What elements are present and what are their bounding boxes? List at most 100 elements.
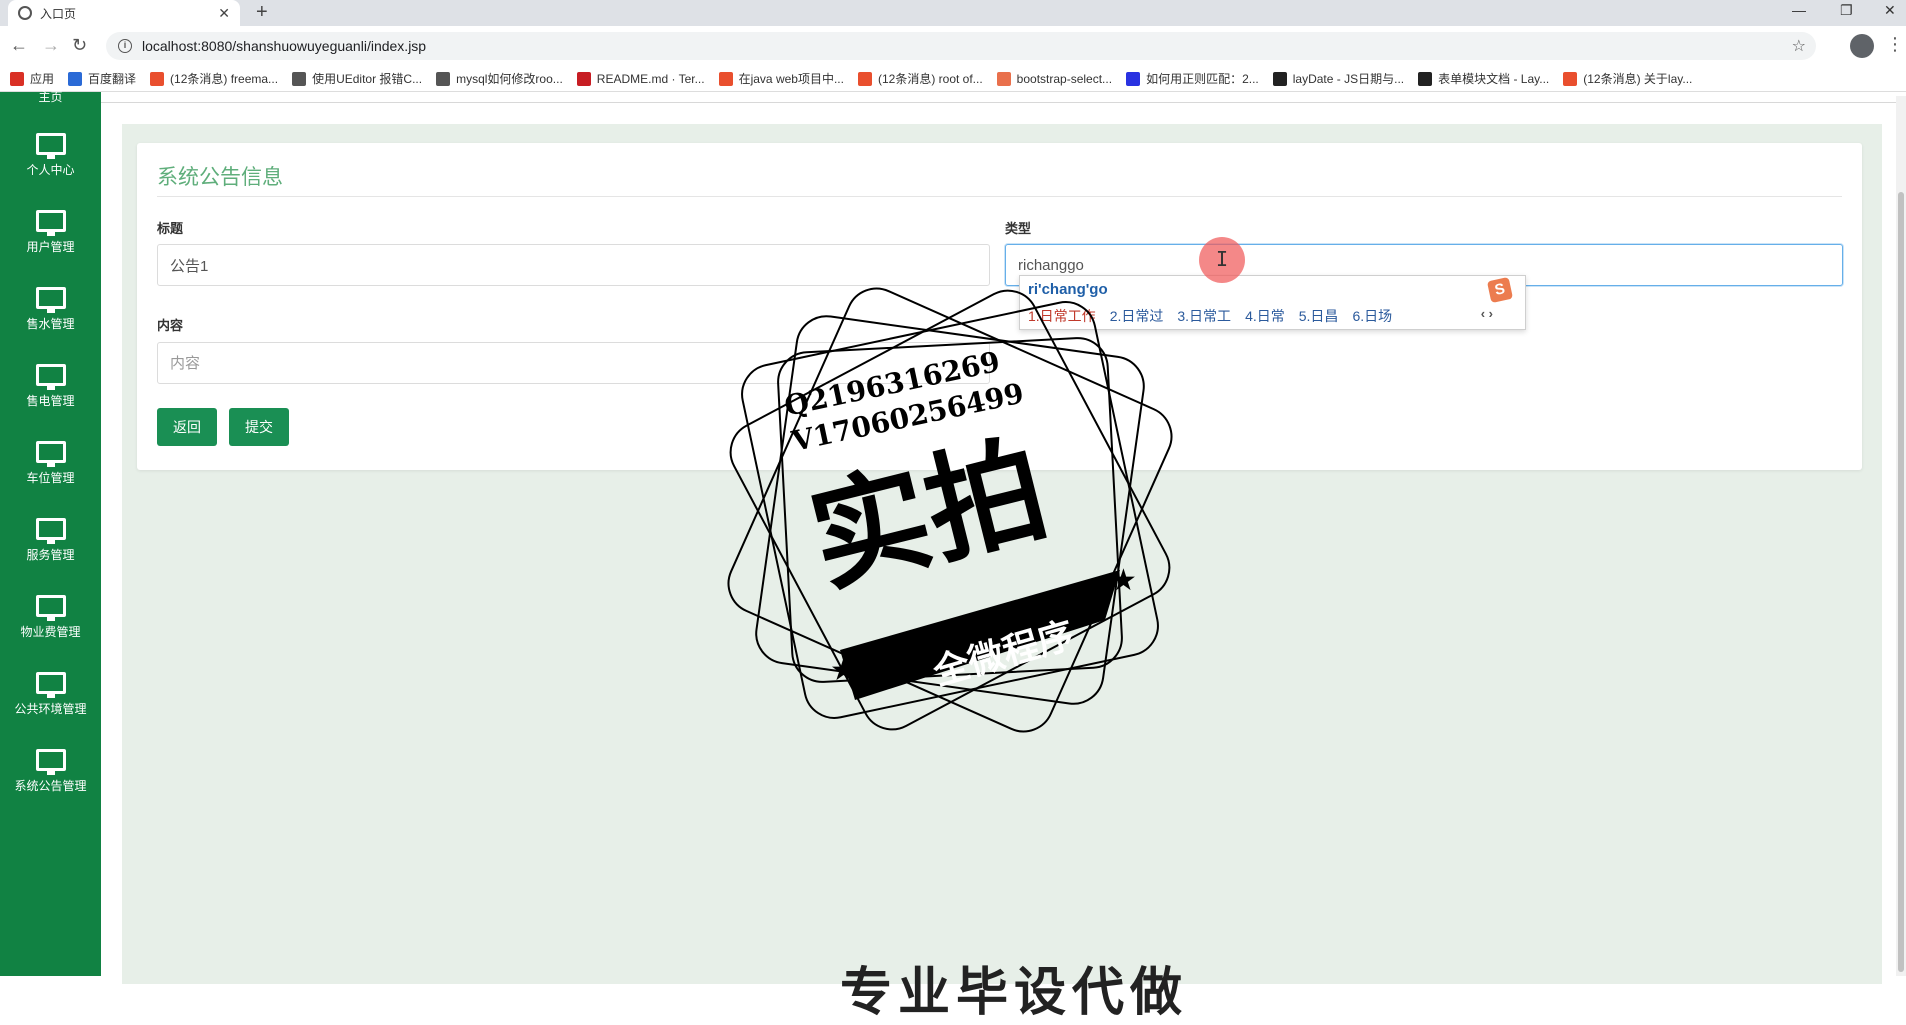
sidebar-item-label: 系统公告管理 xyxy=(14,779,87,793)
sidebar-item-label: 售水管理 xyxy=(26,317,75,331)
bookmark-item[interactable]: layDate - JS日期与... xyxy=(1272,70,1404,87)
gitee-icon xyxy=(576,71,591,86)
sidebar-item-home[interactable]: 主页 xyxy=(0,88,101,105)
content-input[interactable] xyxy=(157,342,990,384)
ime-candidate[interactable]: 4.日常 xyxy=(1245,306,1285,326)
page-scrollbar[interactable] xyxy=(1896,96,1906,976)
sidebar-item[interactable]: 物业费管理 xyxy=(0,595,101,640)
sidebar-item[interactable]: 服务管理 xyxy=(0,518,101,563)
bookmark-label: README.md · Ter... xyxy=(596,71,705,86)
monitor-icon xyxy=(35,210,66,236)
bookmark-label: 如何用正则匹配：2... xyxy=(1146,72,1259,86)
bookmark-item[interactable]: (12条消息) 关于lay... xyxy=(1563,70,1692,87)
sidebar-item[interactable]: 系统公告管理 xyxy=(0,749,101,794)
bookmark-item[interactable]: 如何用正则匹配：2... xyxy=(1126,70,1259,87)
globe-icon xyxy=(18,6,32,20)
csdn-icon xyxy=(1563,71,1578,86)
ime-candidate[interactable]: 1.日常工作 xyxy=(1028,306,1096,326)
ime-candidate-list: 1.日常工作 2.日常过 3.日常工 4.日常 5.日昌 6.日场 xyxy=(1028,306,1392,326)
tab-close-icon[interactable]: ✕ xyxy=(218,5,230,22)
minimize-button[interactable]: — xyxy=(1792,2,1806,18)
ime-page-arrows[interactable]: ‹ › xyxy=(1481,306,1493,321)
translate-icon xyxy=(68,71,83,86)
sidebar-item[interactable]: 用户管理 xyxy=(0,210,101,255)
sidebar-item[interactable]: 个人中心 xyxy=(0,133,101,178)
apps-icon xyxy=(10,71,24,86)
reload-icon[interactable]: ↻ xyxy=(72,34,87,56)
bookmark-item[interactable]: 使用UEditor 报错C... xyxy=(292,70,422,87)
csdn-icon xyxy=(718,71,733,86)
sidebar-item-label: 物业费管理 xyxy=(20,625,81,639)
sidebar: 主页 个人中心用户管理售水管理售电管理车位管理服务管理物业费管理公共环境管理 系统… xyxy=(0,90,101,976)
forward-arrow-icon[interactable]: → xyxy=(42,34,60,56)
bookmark-label: 百度翻译 xyxy=(88,72,137,86)
ime-candidate[interactable]: 2.日常过 xyxy=(1110,306,1164,326)
bookmark-item[interactable]: (12条消息) root of... xyxy=(857,70,983,87)
bookmark-label: mysql如何修改roo... xyxy=(456,72,563,86)
sidebar-item-label: 车位管理 xyxy=(26,471,75,485)
monitor-icon xyxy=(35,133,66,159)
browser-menu-icon[interactable]: ⋮ xyxy=(1886,34,1904,54)
bookmark-label: bootstrap-select... xyxy=(1016,71,1113,86)
sidebar-item[interactable]: 售水管理 xyxy=(0,287,101,332)
monitor-icon xyxy=(35,364,66,390)
sidebar-item[interactable]: 售电管理 xyxy=(0,364,101,409)
sidebar-item-label: 主页 xyxy=(38,90,63,104)
browser-toolbar: ← → ↻ i localhost:8080/shanshuowuyeguanl… xyxy=(0,26,1906,66)
csdn-icon xyxy=(857,71,872,86)
form-title: 系统公告信息 xyxy=(157,166,283,189)
ime-candidate[interactable]: 3.日常工 xyxy=(1177,306,1231,326)
bookmark-item[interactable]: (12条消息) freema... xyxy=(150,70,278,87)
tab-title: 入口页 xyxy=(40,6,77,21)
ime-candidate[interactable]: 5.日昌 xyxy=(1299,306,1339,326)
back-arrow-icon[interactable]: ← xyxy=(10,34,28,56)
browser-tab[interactable]: 入口页 ✕ xyxy=(8,0,240,26)
ime-composition: ri'chang'go xyxy=(1028,281,1108,298)
sidebar-item-label: 服务管理 xyxy=(26,548,75,562)
bird-icon xyxy=(292,71,307,86)
monitor-icon xyxy=(35,749,66,775)
sidebar-item-label: 个人中心 xyxy=(26,163,75,177)
bookmark-item[interactable]: 应用 xyxy=(10,70,54,87)
monitor-icon xyxy=(35,672,66,698)
restore-button[interactable]: ❐ xyxy=(1840,2,1853,19)
address-bar[interactable]: i localhost:8080/shanshuowuyeguanli/inde… xyxy=(106,32,1816,60)
monitor-icon xyxy=(35,441,66,467)
sidebar-item[interactable]: 车位管理 xyxy=(0,441,101,486)
bookmark-label: (12条消息) 关于lay... xyxy=(1583,72,1693,86)
back-button[interactable]: 返回 xyxy=(157,408,217,446)
sidebar-item[interactable]: 公共环境管理 xyxy=(0,672,101,717)
sidebar-item-label: 公共环境管理 xyxy=(14,702,87,716)
bookmark-star-icon[interactable]: ☆ xyxy=(1792,36,1806,56)
submit-button[interactable]: 提交 xyxy=(229,408,289,446)
title-input[interactable] xyxy=(157,244,990,286)
watermark-bottom: 专业毕设代做 xyxy=(840,963,1189,1023)
address-url: localhost:8080/shanshuowuyeguanli/index.… xyxy=(142,38,427,54)
ime-candidate[interactable]: 6.日场 xyxy=(1352,306,1392,326)
baidu-paw-icon xyxy=(1126,71,1141,86)
ime-candidate-popup: ri'chang'go S 1.日常工作 2.日常过 3.日常工 4.日常 5.日昌 6.… xyxy=(1019,275,1526,330)
profile-avatar-icon[interactable] xyxy=(1850,34,1874,58)
monitor-icon xyxy=(35,595,66,621)
bookmark-label: 在java web项目中... xyxy=(738,72,844,86)
bookmark-item[interactable]: mysql如何修改roo... xyxy=(436,70,563,87)
layui-icon xyxy=(1418,71,1433,86)
scrollbar-thumb[interactable] xyxy=(1898,192,1904,972)
bookmark-label: (12条消息) root of... xyxy=(877,72,983,86)
divider xyxy=(101,102,1906,103)
bookmark-item[interactable]: 在java web项目中... xyxy=(718,70,844,87)
bookmark-item[interactable]: README.md · Ter... xyxy=(576,71,705,86)
bookmark-label: 使用UEditor 报错C... xyxy=(312,72,423,86)
browser-tab-strip: 入口页 ✕ + — ❐ ✕ xyxy=(0,0,1906,26)
sidebar-item-label: 用户管理 xyxy=(26,240,75,254)
new-tab-button[interactable]: + xyxy=(256,1,268,23)
notice-form-card: 系统公告信息 标题 类型 内容 返回 提交 xyxy=(137,143,1862,470)
bird-icon xyxy=(436,71,451,86)
window-close-button[interactable]: ✕ xyxy=(1884,2,1896,19)
bookmark-item[interactable]: 百度翻译 xyxy=(68,70,136,87)
bookmark-item[interactable]: bootstrap-select... xyxy=(996,71,1113,86)
monitor-icon xyxy=(35,518,66,544)
info-icon[interactable]: i xyxy=(118,39,132,53)
layui-icon xyxy=(1272,71,1287,86)
bookmark-item[interactable]: 表单模块文档 - Lay... xyxy=(1418,70,1549,87)
